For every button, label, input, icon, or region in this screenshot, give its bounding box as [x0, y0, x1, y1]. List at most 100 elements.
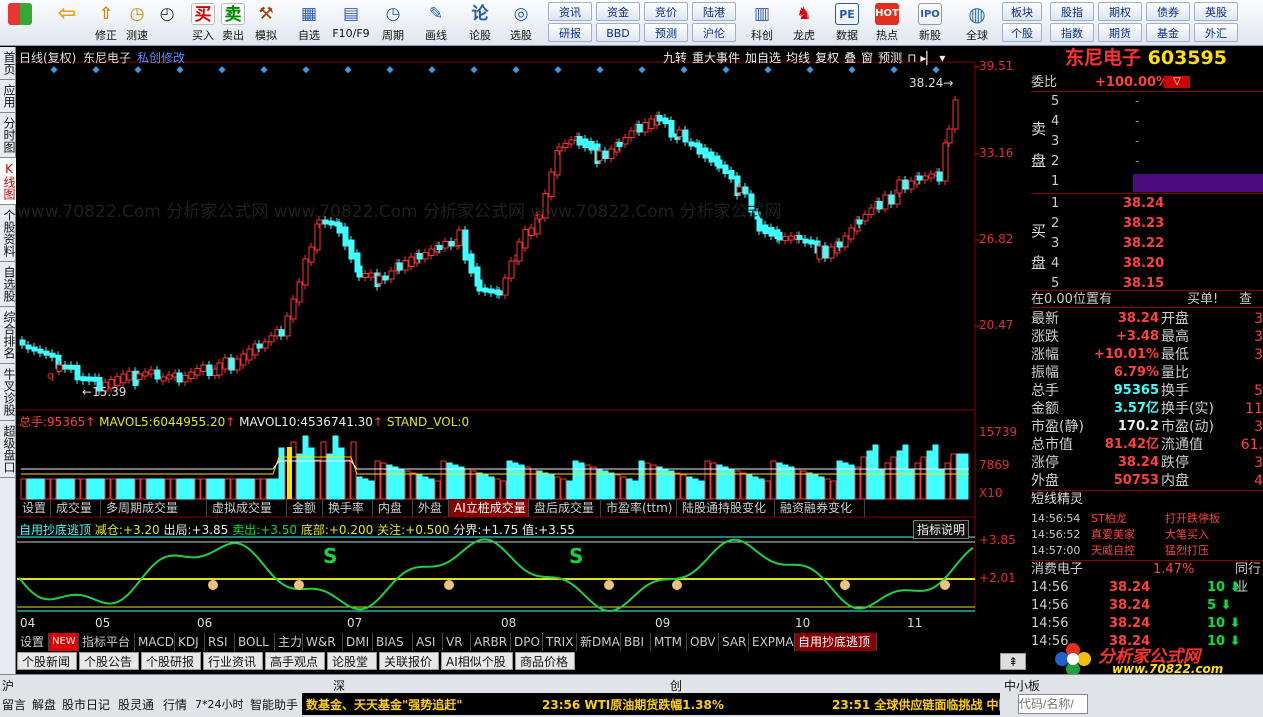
- vol-tab[interactable]: 换手率: [323, 499, 373, 517]
- side-tab-timeshare[interactable]: 分时图: [0, 113, 16, 158]
- collapse-arrow-icon[interactable]: ▽: [1164, 76, 1190, 88]
- vol-tab[interactable]: 融资融券变化: [775, 499, 865, 517]
- period-button[interactable]: ◷ 周期: [375, 2, 411, 44]
- indicator-tab[interactable]: BOLL: [235, 633, 275, 651]
- buy-order-row[interactable]: 4 38.20: [1031, 255, 1263, 273]
- indicator-tab[interactable]: DPO: [511, 633, 543, 651]
- buy-order-row[interactable]: 1 38.24: [1031, 195, 1263, 213]
- sector-row[interactable]: 消费电子 1.47% 同行业: [1031, 560, 1263, 595]
- indicator-tab[interactable]: EXPMA: [749, 633, 795, 651]
- sell-order-row[interactable]: 4-: [1031, 113, 1263, 131]
- indicator-tab[interactable]: ARBR: [471, 633, 511, 651]
- smart-assistant[interactable]: 智能助手: [250, 696, 298, 713]
- news-tab[interactable]: 行业资讯: [203, 652, 263, 670]
- news-tab[interactable]: 高手观点: [265, 652, 325, 670]
- link-bbd[interactable]: BBD: [596, 23, 640, 42]
- simulate-button[interactable]: ⚒ 模拟: [250, 2, 282, 44]
- kline-chart-svg[interactable]: [17, 47, 1027, 675]
- link-futures[interactable]: 期货: [1098, 23, 1142, 42]
- fix-button[interactable]: ⇧ 修正: [90, 2, 122, 44]
- vol-tab[interactable]: 设置: [17, 499, 51, 517]
- indicator-tab[interactable]: 自用抄底逃顶: [795, 633, 877, 651]
- side-tab-profile[interactable]: 个股资料: [0, 205, 16, 262]
- side-tab-super-orderbook[interactable]: 超级盘口: [0, 421, 16, 478]
- vol-tab[interactable]: 盘后成交量: [529, 499, 601, 517]
- collapse-up-icon[interactable]: ⇞: [1000, 653, 1026, 670]
- vol-tab[interactable]: 多周期成交量: [101, 499, 207, 517]
- indicator-tab[interactable]: BIAS: [373, 633, 413, 651]
- link-forex[interactable]: 外汇: [1194, 23, 1238, 42]
- vol-tab[interactable]: 外盘: [413, 499, 449, 517]
- news-tab[interactable]: 个股新闻: [17, 652, 77, 670]
- link-index-futures[interactable]: 股指: [1050, 2, 1094, 21]
- indicator-explain-button[interactable]: 指标说明: [913, 520, 970, 539]
- stock-link[interactable]: 股灵通: [118, 696, 154, 713]
- side-tab-favorites[interactable]: 自选股: [0, 262, 16, 307]
- lock-icon[interactable]: ⊓: [907, 51, 916, 65]
- stock-pick-button[interactable]: ◎ 选股: [502, 2, 540, 44]
- ipo-button[interactable]: IPO 新股: [912, 2, 948, 44]
- link-index[interactable]: 指数: [1050, 23, 1094, 42]
- news-ticker[interactable]: 数基金、天天基金"强势追赶" 23:56 WTI原油期货跌幅1.38% 23:5…: [302, 693, 1000, 715]
- data-button[interactable]: PE 数据: [830, 2, 864, 44]
- vol-tab[interactable]: 金额: [287, 499, 323, 517]
- indicator-tab[interactable]: SAR: [719, 633, 749, 651]
- star-market-button[interactable]: ▥ 科创: [744, 2, 780, 44]
- link-uk-stocks[interactable]: 英股: [1194, 2, 1238, 21]
- vol-tab[interactable]: 虚拟成交量: [207, 499, 287, 517]
- expand-icon[interactable]: ▸▏: [920, 51, 935, 65]
- buy-button[interactable]: 买买入: [188, 2, 218, 44]
- nine-turn-button[interactable]: 九转: [663, 51, 687, 65]
- dropdown-icon[interactable]: ▾: [939, 51, 945, 65]
- link-shanghai-london[interactable]: 沪伦: [692, 23, 736, 42]
- indicator-tab[interactable]: DMI: [343, 633, 373, 651]
- indicator-tab[interactable]: 设置: [17, 633, 49, 651]
- stock-diary[interactable]: 股市日记: [62, 696, 110, 713]
- link-funds[interactable]: 资金: [596, 2, 640, 21]
- indicator-tab[interactable]: OBV: [687, 633, 719, 651]
- indicator-tab[interactable]: MTM: [651, 633, 687, 651]
- news-tab[interactable]: 商品价格: [515, 652, 575, 670]
- indicator-tab[interactable]: RSI: [205, 633, 235, 651]
- speed-test-button[interactable]: ◷ 测速: [122, 2, 152, 44]
- vol-tab[interactable]: 内盘: [373, 499, 413, 517]
- kline-chart-area[interactable]: 日线(复权) 东尼电子 私创修改 九转 重大事件 加自选 均线 复权叠窗预测 ⊓ ▸▏ ▾…: [17, 47, 1027, 675]
- link-funds2[interactable]: 基金: [1146, 23, 1190, 42]
- buy-order-row[interactable]: 3 38.22: [1031, 235, 1263, 253]
- link-bonds[interactable]: 债券: [1146, 2, 1190, 21]
- ma-button[interactable]: 均线: [786, 51, 810, 65]
- indicator-tab[interactable]: VR: [443, 633, 471, 651]
- link-options[interactable]: 期权: [1098, 2, 1142, 21]
- indicator-tab[interactable]: MACD: [135, 633, 175, 651]
- add-favorite-button[interactable]: ▦ 自选: [290, 2, 328, 44]
- buy-order-row[interactable]: 2 38.23: [1031, 215, 1263, 233]
- indicator-tab[interactable]: W&R: [303, 633, 343, 651]
- status-sh[interactable]: 沪: [2, 677, 14, 694]
- indicator-tab[interactable]: BBI: [621, 633, 651, 651]
- grid-button[interactable]: [3, 2, 37, 44]
- overlay-button[interactable]: 叠: [844, 51, 856, 65]
- side-tab-diagnosis[interactable]: 牛叉诊股: [0, 364, 16, 421]
- link-research[interactable]: 研报: [548, 23, 592, 42]
- side-tab-home[interactable]: 首页: [0, 47, 16, 80]
- sell-button[interactable]: 卖卖出: [218, 2, 248, 44]
- news-tab[interactable]: 个股公告: [79, 652, 139, 670]
- timer-button[interactable]: ◴: [152, 2, 182, 44]
- sell-order-row[interactable]: 2-: [1031, 153, 1263, 171]
- discuss-button[interactable]: 论论股: [462, 2, 498, 44]
- link-stocks[interactable]: 个股: [1002, 23, 1042, 42]
- link-forecast[interactable]: 预测: [644, 23, 688, 42]
- news-tab[interactable]: 个股研报: [141, 652, 201, 670]
- news-tab[interactable]: 论股堂: [327, 652, 377, 670]
- indicator-tab[interactable]: 主力: [275, 633, 303, 651]
- status-gem[interactable]: 创: [670, 677, 682, 694]
- news-tab[interactable]: AI相似个股: [441, 652, 513, 670]
- chart-period[interactable]: 日线(复权): [19, 49, 76, 66]
- back-button[interactable]: ⇦: [50, 2, 84, 44]
- add-favorite-link[interactable]: 加自选: [745, 51, 781, 65]
- status-sz[interactable]: 深: [333, 677, 345, 694]
- link-hk-connect[interactable]: 陆港: [692, 2, 736, 21]
- global-button[interactable]: ◍ 全球: [957, 2, 997, 44]
- side-tab-apps[interactable]: 应用: [0, 80, 16, 113]
- chart-tag[interactable]: 私创修改: [137, 49, 185, 66]
